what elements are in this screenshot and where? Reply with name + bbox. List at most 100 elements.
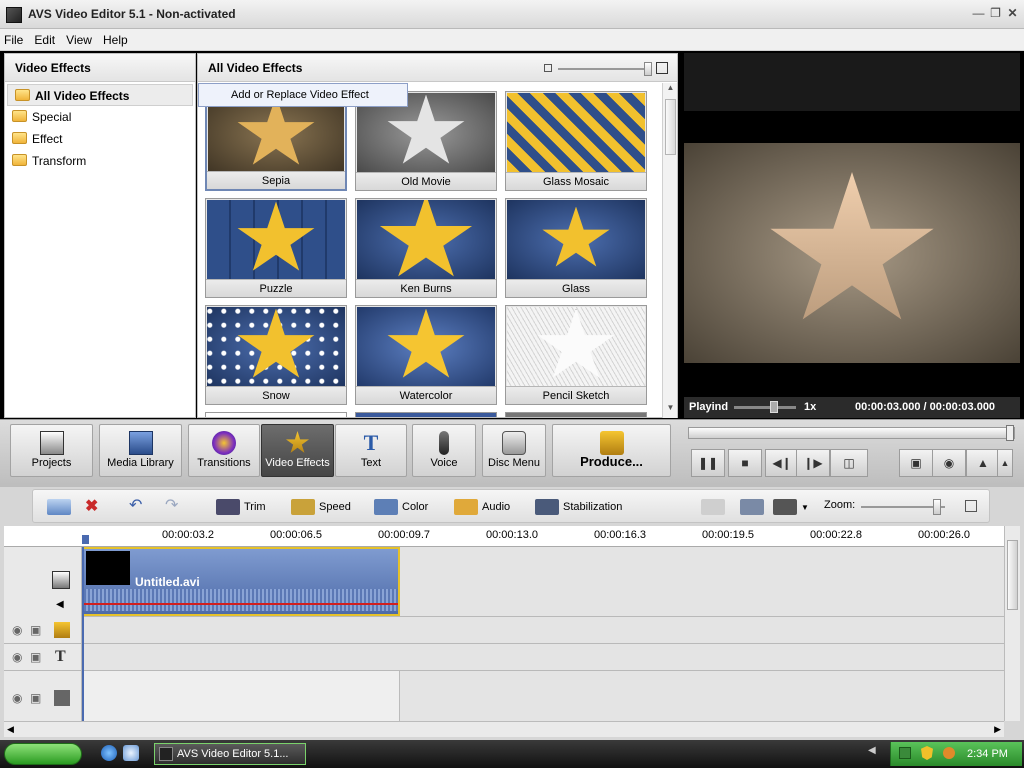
overlay-track-area[interactable] xyxy=(82,671,400,721)
taskbar-app-item[interactable]: AVS Video Editor 5.1... xyxy=(154,743,306,765)
add-effect-tooltip[interactable]: Add or Replace Video Effect xyxy=(198,83,408,107)
seek-bar[interactable] xyxy=(688,425,1015,441)
speed-slider-handle[interactable] xyxy=(770,401,778,413)
eye-icon[interactable]: ◉ xyxy=(12,623,22,637)
category-all-video-effects[interactable]: All Video Effects xyxy=(7,84,193,106)
webcam-icon xyxy=(740,499,764,515)
effect-glass-mosaic[interactable]: Glass Mosaic xyxy=(505,91,647,191)
effect-thumbnail xyxy=(207,307,345,386)
speed-slider[interactable] xyxy=(734,406,796,409)
menu-file[interactable]: File xyxy=(0,29,27,47)
slider-handle[interactable] xyxy=(644,62,652,76)
start-button[interactable] xyxy=(4,743,82,765)
eye-icon[interactable]: ◉ xyxy=(12,691,22,705)
add-to-timeline-button[interactable] xyxy=(47,499,75,515)
timeline-toolbar: ✖ ↶ ↷ Trim Speed Color Audio Stabilizati… xyxy=(32,489,990,523)
previous-frame-button[interactable]: ◀❙ xyxy=(765,449,799,477)
zoom-slider-handle[interactable] xyxy=(933,499,941,515)
quicklaunch-icon[interactable] xyxy=(123,745,139,761)
split-button[interactable] xyxy=(701,499,729,515)
playhead-line[interactable] xyxy=(82,547,84,721)
disc-menu-button[interactable]: Disc Menu xyxy=(482,424,546,477)
search-icon[interactable] xyxy=(943,747,955,759)
volume-line[interactable] xyxy=(84,603,398,605)
minimize-button[interactable]: — xyxy=(971,6,986,20)
menu-bar: File Edit View Help xyxy=(0,29,1024,51)
lock-icon[interactable]: ▣ xyxy=(30,691,41,705)
eye-icon[interactable]: ◉ xyxy=(12,650,22,664)
star-image xyxy=(770,172,934,320)
close-button[interactable]: ✕ xyxy=(1005,6,1020,20)
projects-button[interactable]: Projects xyxy=(10,424,93,477)
effect-puzzle[interactable]: Puzzle xyxy=(205,198,347,298)
volume-menu-button[interactable]: ▲ xyxy=(997,449,1013,477)
timeline-vertical-scrollbar[interactable] xyxy=(1004,526,1020,721)
effect-partial[interactable] xyxy=(505,412,647,417)
category-special[interactable]: Special xyxy=(5,106,195,128)
menu-edit[interactable]: Edit xyxy=(30,29,59,47)
capture-button[interactable] xyxy=(740,499,768,515)
effect-pencil-sketch[interactable]: Pencil Sketch xyxy=(505,305,647,405)
seek-handle[interactable] xyxy=(1006,425,1014,441)
scroll-thumb[interactable] xyxy=(1007,540,1018,610)
network-icon[interactable] xyxy=(899,747,911,759)
effect-ken-burns[interactable]: Ken Burns xyxy=(355,198,497,298)
timeline-horizontal-scrollbar[interactable]: ◀ ▶ xyxy=(4,721,1004,737)
scroll-up-icon[interactable]: ▲ xyxy=(664,83,677,97)
menu-view[interactable]: View xyxy=(62,29,96,47)
speed-button[interactable]: Speed xyxy=(291,499,351,515)
transitions-button[interactable]: Transitions xyxy=(188,424,260,477)
lock-icon[interactable]: ▣ xyxy=(30,623,41,637)
display-mode-button[interactable]: ▣ xyxy=(899,449,933,477)
pause-button[interactable]: ❚❚ xyxy=(691,449,725,477)
scroll-down-icon[interactable]: ▼ xyxy=(664,403,677,417)
redo-button[interactable]: ↷ xyxy=(165,495,178,515)
effect-partial[interactable] xyxy=(355,412,497,417)
produce-button[interactable]: Produce... xyxy=(552,424,671,477)
effect-partial[interactable] xyxy=(205,412,347,417)
lock-icon[interactable]: ▣ xyxy=(30,650,41,664)
fit-timeline-icon[interactable] xyxy=(965,500,977,512)
media-library-button[interactable]: Media Library xyxy=(99,424,182,477)
stop-button[interactable]: ■ xyxy=(728,449,762,477)
effect-watercolor[interactable]: Watercolor xyxy=(355,305,497,405)
audio-button[interactable]: Audio xyxy=(454,499,510,515)
voice-button[interactable]: Voice xyxy=(412,424,476,477)
menu-help[interactable]: Help xyxy=(99,29,132,47)
ruler-tick: 00:00:26.0 xyxy=(918,529,970,541)
category-transform[interactable]: Transform xyxy=(5,150,195,172)
browser-icon[interactable] xyxy=(101,745,117,761)
stabilization-button[interactable]: Stabilization xyxy=(535,499,622,515)
gallery-scrollbar[interactable]: ▲ ▼ xyxy=(662,83,677,418)
security-shield-icon[interactable] xyxy=(921,746,933,760)
tray-expand-icon[interactable]: ◀ xyxy=(868,745,882,759)
delete-button[interactable]: ✖ xyxy=(85,496,98,516)
text-button[interactable]: T Text xyxy=(335,424,407,477)
stop-icon: ■ xyxy=(741,456,749,470)
storyboard-view-button[interactable]: ▼ xyxy=(773,499,809,515)
undo-button[interactable]: ↶ xyxy=(129,495,142,515)
button-label: Projects xyxy=(31,457,72,469)
trim-button[interactable]: Trim xyxy=(216,499,266,515)
volume-button[interactable]: ▲ xyxy=(966,449,1000,477)
color-button[interactable]: Color xyxy=(374,499,428,515)
speaker-icon[interactable]: ◀ xyxy=(56,599,64,610)
effect-snow[interactable]: Snow xyxy=(205,305,347,405)
effect-thumbnail xyxy=(507,93,645,172)
timeline-ruler[interactable]: 00:00:03.2 00:00:06.5 00:00:09.7 00:00:1… xyxy=(4,526,1004,547)
video-clip[interactable]: Untitled.avi xyxy=(82,547,400,616)
add-clip-icon xyxy=(47,499,71,515)
category-effect[interactable]: Effect xyxy=(5,128,195,150)
snapshot-button[interactable]: ◉ xyxy=(932,449,966,477)
video-effects-button[interactable]: Video Effects xyxy=(261,424,334,477)
fullscreen-preview-button[interactable]: ◫ xyxy=(830,449,868,477)
effect-glass[interactable]: Glass xyxy=(505,198,647,298)
restore-button[interactable]: ❐ xyxy=(988,6,1003,20)
audio-waveform xyxy=(84,589,398,611)
scroll-thumb[interactable] xyxy=(665,99,676,155)
playhead-marker[interactable] xyxy=(82,535,89,544)
scroll-left-icon[interactable]: ◀ xyxy=(7,724,14,735)
scroll-right-icon[interactable]: ▶ xyxy=(994,724,1001,735)
next-frame-button[interactable]: ❙▶ xyxy=(796,449,830,477)
thumbnail-size-slider[interactable] xyxy=(544,62,668,76)
